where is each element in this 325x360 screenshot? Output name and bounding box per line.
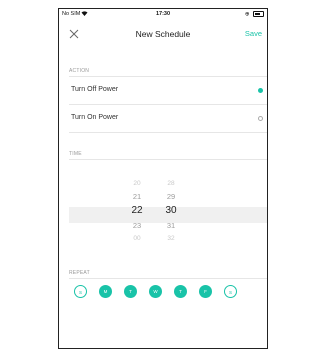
day-toggle-sunday[interactable]: S xyxy=(74,285,87,298)
option-label: Turn Off Power xyxy=(71,86,119,93)
action-section-label: ACTION xyxy=(69,68,90,74)
option-turn-off-power[interactable]: Turn Off Power xyxy=(69,77,267,105)
radio-selected-icon[interactable] xyxy=(258,88,263,93)
radio-unselected-icon[interactable] xyxy=(258,116,263,121)
option-turn-on-power[interactable]: Turn On Power xyxy=(69,105,267,133)
phone-screen: No SIM 17:30 ⊕ New Schedule Save ACTION … xyxy=(58,8,268,349)
page-title: New Schedule xyxy=(135,29,191,39)
time-picker[interactable]: 20 21 22 23 00 28 29 30 31 32 xyxy=(59,177,267,249)
day-toggle-friday[interactable]: F xyxy=(199,285,212,298)
day-toggle-monday[interactable]: M xyxy=(99,285,112,298)
repeat-section-label: REPEAT xyxy=(69,270,90,276)
status-bar: No SIM 17:30 ⊕ xyxy=(59,9,267,19)
day-toggle-thursday[interactable]: T xyxy=(174,285,187,298)
divider xyxy=(69,159,267,160)
day-toggle-tuesday[interactable]: T xyxy=(124,285,137,298)
save-button[interactable]: Save xyxy=(245,29,262,38)
minute-item: 29 xyxy=(166,192,176,201)
divider xyxy=(69,278,267,279)
minute-item: 32 xyxy=(167,235,175,242)
battery-icon xyxy=(253,11,264,17)
location-icon: ⊕ xyxy=(244,11,250,18)
minute-item: 31 xyxy=(166,221,176,230)
repeat-days: S M T W T F S xyxy=(72,285,252,299)
time-section-label: TIME xyxy=(69,151,82,157)
minute-item-selected: 30 xyxy=(165,205,177,216)
status-right: ⊕ xyxy=(245,11,264,17)
minute-item: 28 xyxy=(167,180,175,187)
option-label: Turn On Power xyxy=(71,114,119,121)
day-toggle-saturday[interactable]: S xyxy=(224,285,237,298)
day-toggle-wednesday[interactable]: W xyxy=(149,285,162,298)
status-time: 17:30 xyxy=(155,11,171,17)
minute-wheel[interactable]: 28 29 30 31 32 xyxy=(151,177,191,245)
